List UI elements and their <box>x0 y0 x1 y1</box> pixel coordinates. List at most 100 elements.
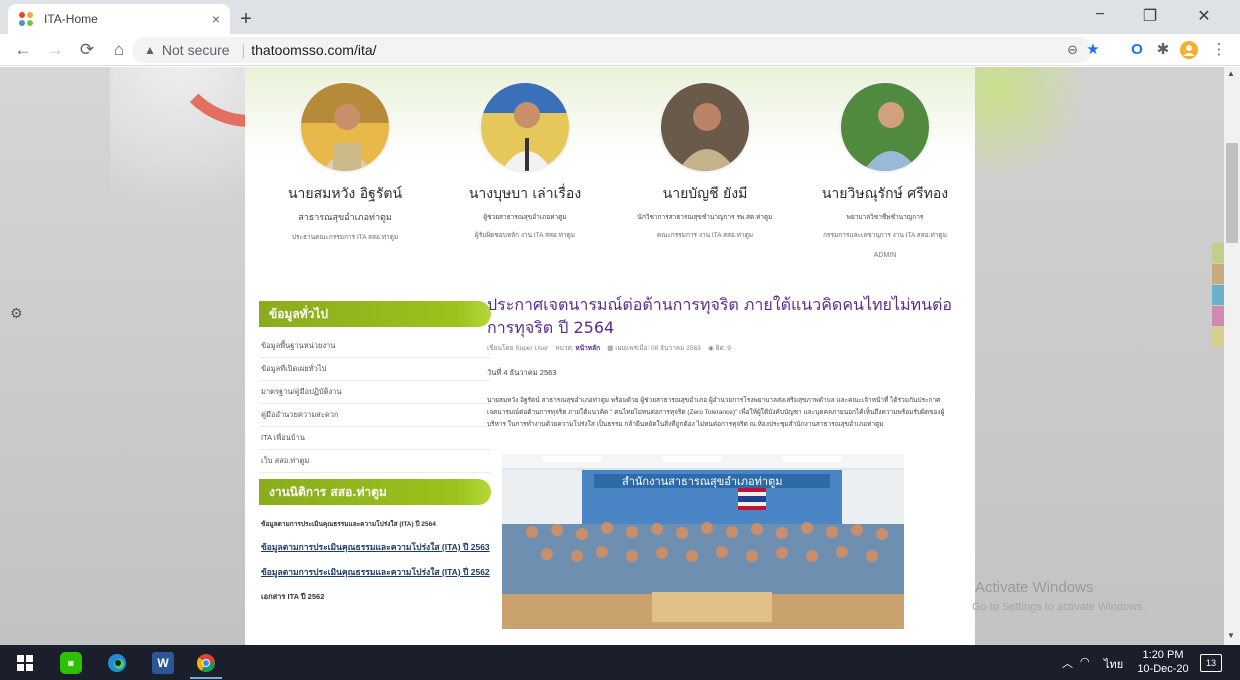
wifi-icon[interactable]: ◠ <box>1080 655 1090 668</box>
sidebar-link[interactable]: ข้อมูลตามการประเมินคุณธรรมและความโปร่งใส… <box>259 513 491 535</box>
article-author: เขียนโดย Super User <box>487 345 549 352</box>
zoom-icon[interactable]: ⊖ <box>1067 42 1078 58</box>
extension-o-icon[interactable]: O <box>1128 41 1146 59</box>
extensions-puzzle-icon[interactable]: ✱ <box>1154 41 1172 59</box>
notification-icon[interactable]: 13 <box>1200 654 1222 672</box>
swatch-yellow[interactable] <box>1212 327 1224 347</box>
staff-position: นักวิชาการสาธารณสุขชำนาญการ รพ.สต.ท่าตูม <box>637 214 773 221</box>
scroll-up-icon[interactable]: ▲ <box>1227 69 1235 78</box>
sidebar-module-legal: งานนิติการ สสอ.ท่าตูม ข้อมูลตามการประเมิ… <box>259 479 491 609</box>
word-icon[interactable]: W <box>152 652 174 674</box>
staff-name: นางบุษบา เล่าเรื่อง <box>468 186 582 202</box>
module-title: ข้อมูลทั่วไป <box>259 301 491 327</box>
clock-time: 1:20 PM <box>1142 649 1184 661</box>
profile-avatar-icon[interactable] <box>1180 41 1198 59</box>
staff-role: คณะกรรมการ งาน ITA สสอ.ท่าตูม <box>656 232 754 239</box>
windows-taskbar: ◙ W ︿ ◠ ไทย 1:20 PM 10-Dec-20 13 <box>0 645 1240 680</box>
staff-photo <box>299 81 391 173</box>
chrome-icon[interactable] <box>195 652 217 674</box>
sidebar-link[interactable]: คู่มืออำนวยความสะดวก <box>259 404 491 427</box>
activation-watermark-sub: Go to Settings to activate Windows. <box>972 601 1146 613</box>
staff-role: ผู้รับผิดชอบหลัก งาน ITA สสอ.ท่าตูม <box>474 232 576 239</box>
staff-position: ผู้ช่วยสาธารณสุขอำเภอท่าตูม <box>483 214 567 221</box>
edge-icon[interactable] <box>106 652 128 674</box>
article-body: นายสมหวัง อิฐรัตน์ สาธารณสุขอำเภอท่าตูม … <box>487 397 945 428</box>
web-page: ⚙ นายสมหวัง อิฐรัตน์ สาธารณสุขอำเภอท่าตู… <box>0 67 1224 645</box>
staff-role: ประธานคณะกรรมการ ITA สสอ.ท่าตูม <box>291 234 399 241</box>
sidebar-link[interactable]: ข้อมูลตามการประเมินคุณธรรมและความโปร่งใส… <box>259 560 491 585</box>
staff-photo <box>839 81 931 173</box>
staff-position: สาธารณสุขอำเภอท่าตูม <box>298 212 392 222</box>
color-swatches <box>1212 243 1224 348</box>
swatch-pink[interactable] <box>1212 306 1224 326</box>
sidebar-link[interactable]: ข้อมูลตามการประเมินคุณธรรมและความโปร่งใส… <box>259 535 491 560</box>
joomla-icon <box>18 11 34 27</box>
article-title[interactable]: ประกาศเจตนารมณ์ต่อต้านการทุจริต ภายใต้แน… <box>487 293 957 339</box>
module-list: ข้อมูลพื้นฐานหน่วยงาน ข้อมูลที่เปิดเผยทั… <box>259 335 491 473</box>
activation-watermark-title: Activate Windows <box>975 579 1094 596</box>
menu-dots-icon[interactable]: ⋮ <box>1210 41 1228 59</box>
staff-position: พยาบาลวิชาชีพชำนาญการ <box>846 214 924 221</box>
clock-date: 10-Dec-20 <box>1137 663 1189 675</box>
staff-card: นางบุษบา เล่าเรื่อง ผู้ช่วยสาธารณสุขอำเภ… <box>435 81 615 240</box>
windows-start-icon[interactable] <box>14 652 36 674</box>
security-label: Not secure <box>161 42 230 58</box>
forward-icon[interactable]: → <box>42 40 68 60</box>
address-separator: | <box>241 42 246 58</box>
settings-gear-icon[interactable]: ⚙ <box>10 305 23 322</box>
scroll-down-icon[interactable]: ▼ <box>1227 631 1235 640</box>
browser-tabbar: ITA-Home × + − ❐ ✕ <box>0 0 1240 34</box>
close-window-button[interactable]: ✕ <box>1184 6 1224 26</box>
browser-tab[interactable]: ITA-Home × <box>8 4 230 34</box>
warning-icon: ▲ <box>144 43 156 57</box>
sidebar-link[interactable]: มาตรฐาน/คู่มือปฏิบัติงาน <box>259 381 491 404</box>
line-app-icon[interactable]: ◙ <box>60 652 82 674</box>
module-list: ข้อมูลตามการประเมินคุณธรรมและความโปร่งใส… <box>259 513 491 609</box>
sidebar-link[interactable]: เอกสาร ITA ปี 2562 <box>259 585 491 609</box>
sidebar-link[interactable]: ITA เพื่อนบ้าน <box>259 427 491 450</box>
sidebar-link[interactable]: ข้อมูลพื้นฐานหน่วยงาน <box>259 335 491 358</box>
staff-card: นายวิษณุรักษ์ ศรีทอง พยาบาลวิชาชีพชำนาญก… <box>795 81 975 259</box>
tray-chevron-icon[interactable]: ︿ <box>1062 655 1073 671</box>
swatch-tan[interactable] <box>1212 264 1224 284</box>
staff-role: กรรมการและเลขานุการ งาน ITA สสอ.ท่าตูม <box>823 232 947 239</box>
article-hits: ฮิต: 9 <box>715 345 731 352</box>
module-title: งานนิติการ สสอ.ท่าตูม <box>259 479 491 505</box>
staff-photo <box>479 81 571 173</box>
staff-name: นายสมหวัง อิฐรัตน์ <box>287 186 403 202</box>
article-date-published: เผยแพร่เมื่อ: 08 ธันวาคม 2563 <box>615 345 701 352</box>
staff-photo <box>659 81 751 173</box>
article-category[interactable]: หน้าหลัก <box>575 345 600 352</box>
article-date: วันที่ 4 ธันวาคม 2563 <box>487 368 557 377</box>
site-content: นายสมหวัง อิฐรัตน์ สาธารณสุขอำเภอท่าตูม … <box>245 67 975 645</box>
staff-name: นายวิษณุรักษ์ ศรีทอง <box>821 186 949 202</box>
browser-toolbar: ← → ⟳ ⌂ ▲ Not secure | thatoomsso.com/it… <box>0 34 1240 66</box>
article-photo: สำนักงานสาธารณสุขอำเภอท่าตูม <box>502 454 904 629</box>
language-indicator[interactable]: ไทย <box>1104 655 1123 673</box>
staff-name: นายบัญชี ยังมี <box>662 186 748 202</box>
restore-button[interactable]: ❐ <box>1130 6 1170 26</box>
staff-admin-label: ADMIN <box>873 252 897 259</box>
address-bar[interactable]: ▲ Not secure | thatoomsso.com/ita/ ⊖ <box>132 37 1092 63</box>
new-tab-button[interactable]: + <box>234 8 258 31</box>
minimize-button[interactable]: − <box>1080 6 1120 24</box>
tab-title: ITA-Home <box>44 12 98 26</box>
system-clock[interactable]: 1:20 PM 10-Dec-20 <box>1133 648 1193 676</box>
article-meta: เขียนโดย Super User หมวด: หน้าหลัก ▦ เผย… <box>487 343 957 353</box>
sidebar-link[interactable]: ข้อมูลที่เปิดเผยทั่วไป <box>259 358 491 381</box>
home-icon[interactable]: ⌂ <box>106 40 132 60</box>
sidebar-module-general: ข้อมูลทั่วไป ข้อมูลพื้นฐานหน่วยงาน ข้อมู… <box>259 301 491 473</box>
staff-card: นายสมหวัง อิฐรัตน์ สาธารณสุขอำเภอท่าตูม … <box>255 81 435 242</box>
sidebar-link[interactable]: เว็บ สสอ.ท่าตูม <box>259 450 491 473</box>
bookmark-star-icon[interactable]: ★ <box>1084 41 1102 59</box>
back-icon[interactable]: ← <box>10 40 36 60</box>
reload-icon[interactable]: ⟳ <box>74 40 100 60</box>
staff-card: นายบัญชี ยังมี นักวิชาการสาธารณสุขชำนาญก… <box>615 81 795 240</box>
tab-close-icon[interactable]: × <box>212 11 220 27</box>
swatch-green[interactable] <box>1212 243 1224 263</box>
swatch-blue[interactable] <box>1212 285 1224 305</box>
calendar-icon: ▦ <box>607 345 614 352</box>
page-scrollbar[interactable]: ▲ ▼ <box>1224 67 1240 645</box>
scrollbar-thumb[interactable] <box>1226 143 1238 243</box>
url-text: thatoomsso.com/ita/ <box>251 42 377 58</box>
